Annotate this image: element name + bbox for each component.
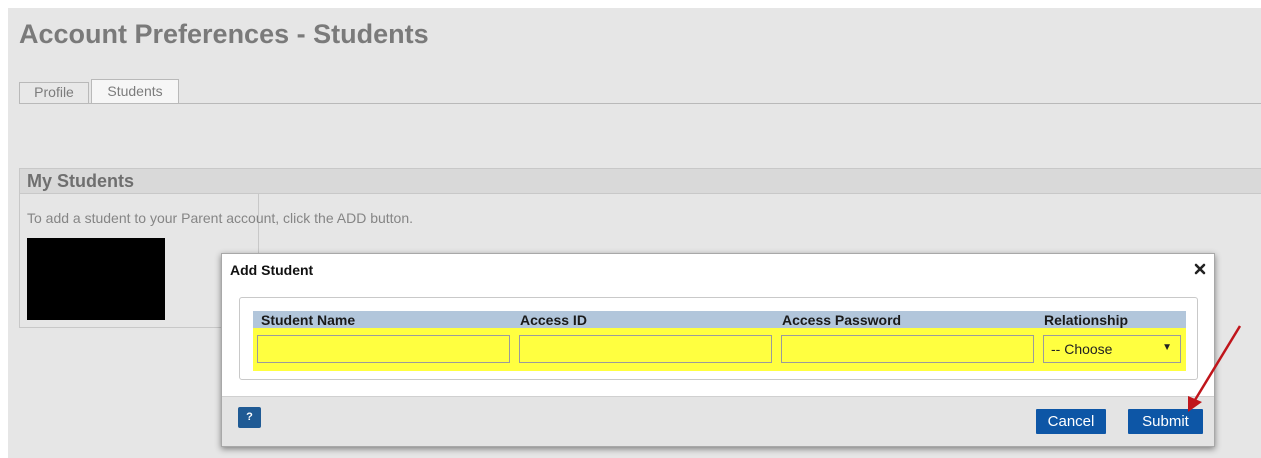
tab-profile[interactable]: Profile: [19, 82, 89, 103]
close-icon[interactable]: [1193, 262, 1207, 276]
page-title: Account Preferences - Students: [19, 19, 429, 49]
dropdown-arrow-icon: ▼: [1162, 342, 1172, 353]
student-fieldset: Student Name Access ID Access Password R…: [239, 297, 1198, 380]
dialog-title: Add Student: [230, 262, 314, 278]
access-password-input[interactable]: [781, 335, 1034, 363]
help-button[interactable]: ?: [238, 407, 261, 428]
column-header-access-password: Access Password: [782, 312, 902, 328]
annotation-arrow-icon: [1188, 325, 1242, 412]
tab-divider: [19, 103, 1261, 104]
dialog-footer: ? Cancel Submit: [222, 396, 1214, 446]
instructions-text: To add a student to your Parent account,…: [27, 210, 414, 226]
redacted-area: [27, 238, 165, 320]
section-title: My Students: [27, 171, 135, 191]
add-student-dialog: Add Student Student Name Access ID Acces…: [221, 253, 1215, 447]
relationship-selected-value: -- Choose: [1051, 341, 1113, 357]
column-header-student-name: Student Name: [261, 312, 356, 328]
my-students-header: My Students: [19, 168, 1261, 194]
column-header-access-id: Access ID: [520, 312, 587, 328]
relationship-select[interactable]: -- Choose ▼: [1043, 335, 1181, 363]
column-header-row: Student Name Access ID Access Password R…: [253, 311, 1186, 328]
cancel-button[interactable]: Cancel: [1036, 409, 1106, 434]
student-name-input[interactable]: [257, 335, 510, 363]
column-header-relationship: Relationship: [1044, 312, 1129, 328]
access-id-input[interactable]: [519, 335, 772, 363]
student-input-row: -- Choose ▼: [253, 328, 1186, 371]
tab-students[interactable]: Students: [91, 79, 179, 104]
